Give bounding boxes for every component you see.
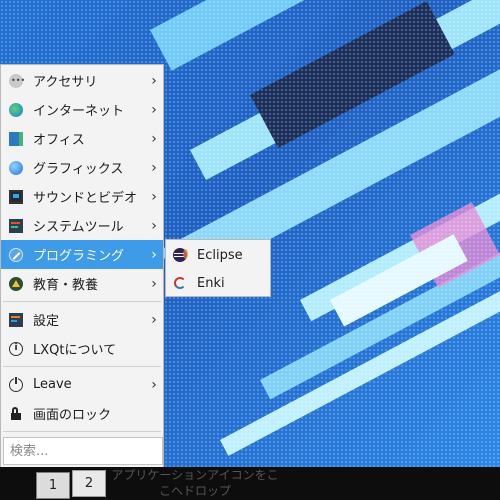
menu-item-label: インターネット xyxy=(33,104,125,119)
chevron-right-icon: › xyxy=(151,246,157,263)
graphics-icon xyxy=(9,160,23,175)
chevron-right-icon: › xyxy=(151,275,157,292)
chevron-right-icon: › xyxy=(151,188,157,205)
submenu-item-enki[interactable]: Enki xyxy=(166,269,270,297)
menu-item-settings[interactable]: 設定 › xyxy=(1,305,163,334)
internet-globe-icon xyxy=(9,102,23,117)
lock-icon xyxy=(9,406,23,421)
chevron-right-icon: › xyxy=(151,101,157,118)
search-input[interactable] xyxy=(3,437,163,465)
menu-item-label: 教育・教養 xyxy=(33,278,99,293)
menu-item-label: グラフィックス xyxy=(33,162,124,177)
programming-submenu: Eclipse Enki xyxy=(165,239,271,297)
system-tools-icon xyxy=(9,218,23,233)
menu-item-programming[interactable]: プログラミング › xyxy=(1,240,163,269)
info-icon: i xyxy=(9,341,23,356)
chevron-right-icon: › xyxy=(151,159,157,176)
menu-item-label: アクセサリ xyxy=(33,75,98,90)
menu-item-label: LXQtについて xyxy=(33,343,117,358)
accessories-icon: ••• xyxy=(9,73,25,88)
desktop-switch-button-1[interactable]: 1 xyxy=(36,472,70,499)
programming-icon xyxy=(9,247,23,262)
chevron-right-icon: › xyxy=(151,376,157,393)
eclipse-icon xyxy=(173,248,188,262)
chevron-right-icon: › xyxy=(151,72,157,89)
menu-item-office[interactable]: オフィス › xyxy=(1,124,163,153)
menu-item-label: システムツール xyxy=(33,220,124,235)
menu-item-graphics[interactable]: グラフィックス › xyxy=(1,153,163,182)
menu-item-label: プログラミング xyxy=(33,249,125,264)
menu-item-label: 設定 xyxy=(33,314,60,329)
education-icon xyxy=(9,276,23,291)
chevron-right-icon: › xyxy=(151,311,157,328)
menu-item-system-tools[interactable]: システムツール › xyxy=(1,211,163,240)
taskbar: 1 2 アプリケーションアイコンをここへドロップ xyxy=(0,467,500,500)
menu-item-label: 画面のロック xyxy=(33,408,112,423)
menu-item-education[interactable]: 教育・教養 › xyxy=(1,269,163,298)
menu-item-label: Leave xyxy=(33,377,72,392)
menu-separator xyxy=(3,366,161,367)
sound-video-icon xyxy=(9,189,23,204)
menu-item-about-lxqt[interactable]: i LXQtについて xyxy=(1,334,163,363)
menu-item-leave[interactable]: Leave › xyxy=(1,370,163,399)
menu-item-accessories[interactable]: ••• アクセサリ › xyxy=(1,66,163,95)
menu-item-internet[interactable]: インターネット › xyxy=(1,95,163,124)
office-icon xyxy=(9,131,23,146)
submenu-item-eclipse[interactable]: Eclipse xyxy=(166,241,270,269)
chevron-right-icon: › xyxy=(151,130,157,147)
menu-item-label: オフィス xyxy=(33,133,85,148)
menu-separator xyxy=(3,431,161,432)
menu-item-label: サウンドとビデオ xyxy=(33,191,138,206)
quicklaunch-drop-hint: アプリケーションアイコンをここへドロップ xyxy=(111,468,279,498)
application-menu: ••• アクセサリ › インターネット › オフィス › グラフィックス › サ… xyxy=(0,64,164,468)
power-icon xyxy=(9,376,23,392)
chevron-right-icon: › xyxy=(151,217,157,234)
settings-icon xyxy=(9,312,23,327)
enki-icon xyxy=(173,276,187,290)
menu-separator xyxy=(3,301,161,302)
desktop-switch-button-2[interactable]: 2 xyxy=(72,470,106,497)
menu-item-lock-screen[interactable]: 画面のロック xyxy=(1,399,163,428)
submenu-item-label: Eclipse xyxy=(197,247,243,263)
menu-item-sound-video[interactable]: サウンドとビデオ › xyxy=(1,182,163,211)
submenu-item-label: Enki xyxy=(197,275,225,291)
